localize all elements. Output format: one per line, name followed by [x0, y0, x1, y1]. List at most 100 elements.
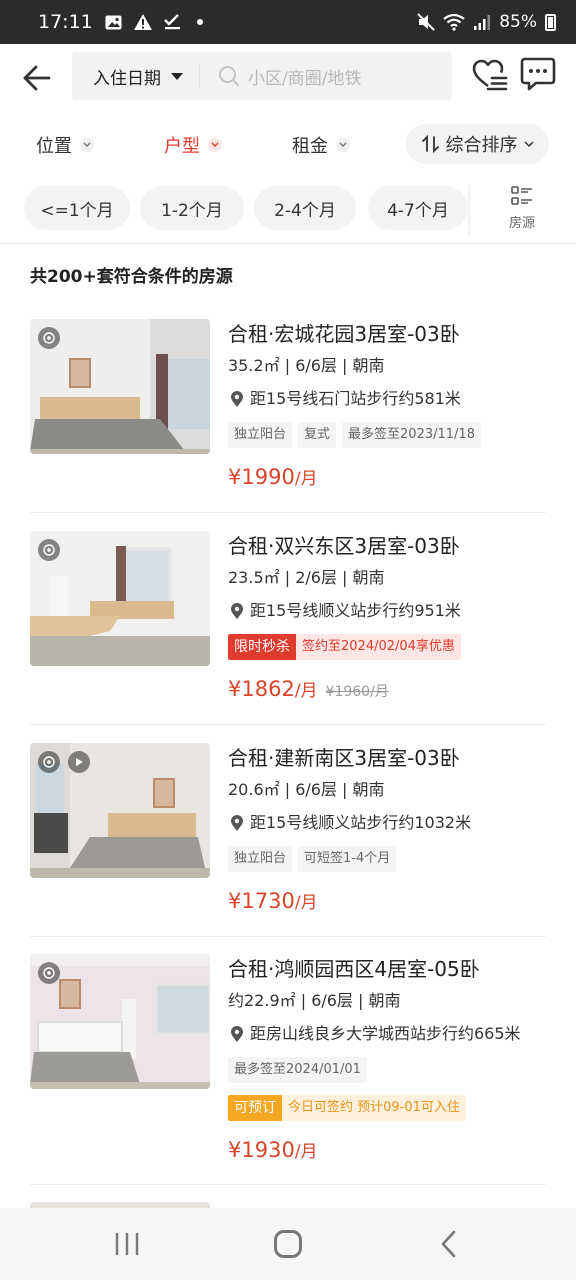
list-icon — [511, 186, 532, 205]
chevron-down-icon — [523, 140, 534, 147]
location-pin-icon — [231, 1025, 243, 1042]
listing-card[interactable]: 合租·建新南区3居室-03卧 20.6㎡ | 6/6层 | 朝南 距15号线顺义… — [30, 743, 546, 923]
filter-room-type-label: 户型 — [164, 136, 200, 157]
status-time: 17:11 — [38, 11, 93, 33]
filter-rent-label: 租金 — [292, 136, 328, 157]
listing-price: ¥1930/月 — [228, 1135, 548, 1167]
chevron-down-icon — [336, 138, 350, 152]
source-label: 房源 — [508, 216, 535, 231]
listing-photo — [30, 954, 210, 1089]
listing-tag: 复式 — [298, 422, 337, 448]
listing-photo — [30, 531, 210, 666]
home-icon[interactable] — [274, 1230, 302, 1258]
back-arrow-icon[interactable] — [18, 59, 56, 97]
chip-duration-4[interactable]: 4-7个月 — [368, 186, 468, 230]
caret-down-icon — [171, 72, 183, 80]
listing-location-text: 距15号线石门站步行约581米 — [250, 389, 461, 408]
message-icon[interactable] — [520, 56, 556, 94]
listing-price: ¥1990/月 — [228, 462, 548, 494]
listing-meta: 35.2㎡ | 6/6层 | 朝南 — [228, 356, 385, 375]
listing-tags: 最多签至2024/01/01 — [228, 1057, 548, 1083]
promo-banner: 限时秒杀 签约至2024/02/04享优惠 — [228, 634, 548, 660]
filter-rent[interactable]: 租金 — [292, 122, 350, 168]
search-icon — [219, 66, 239, 86]
listing-title: 合租·鸿顺园西区4居室-05卧 — [228, 957, 480, 981]
promo-banner: 可预订 今日可签约 预计09-01可入住 — [228, 1095, 548, 1121]
price-unit: /月 — [294, 469, 318, 489]
listing-tag: 独立阳台 — [228, 846, 293, 872]
filter-location-label: 位置 — [36, 136, 72, 157]
original-price: ¥1960/月 — [325, 684, 389, 700]
divider — [30, 936, 546, 937]
listing-tag: 可短签1-4个月 — [298, 846, 397, 872]
listing-title: 合租·双兴东区3居室-03卧 — [228, 534, 460, 558]
listing-meta: 约22.9㎡ | 6/6层 | 朝南 — [228, 991, 401, 1010]
filter-room-type[interactable]: 户型 — [164, 122, 222, 168]
recent-apps-icon[interactable] — [114, 1231, 140, 1257]
price-value: ¥1930 — [228, 1138, 295, 1162]
listing-photo — [30, 743, 210, 878]
search-bar: 入住日期 小区/商圈/地铁 — [72, 52, 452, 100]
favorites-list-icon[interactable] — [470, 56, 510, 96]
listing-location-text: 距15号线顺义站步行约1032米 — [250, 813, 472, 832]
battery-icon — [545, 13, 556, 31]
listing-card[interactable]: 合租·鸿顺园西区4居室-05卧 约22.9㎡ | 6/6层 | 朝南 距房山线良… — [30, 954, 546, 1174]
battery-level: 85% — [499, 12, 537, 32]
listing-tag: 独立阳台 — [228, 422, 293, 448]
listing-meta: 23.5㎡ | 2/6层 | 朝南 — [228, 568, 385, 587]
price-unit: /月 — [294, 1142, 318, 1162]
listing-card[interactable]: 合租·宏城花园3居室-03卧 35.2㎡ | 6/6层 | 朝南 距15号线石门… — [30, 319, 546, 499]
chip-duration-3[interactable]: 2-4个月 — [254, 186, 356, 230]
listing-tag: 最多签至2023/11/18 — [342, 422, 481, 448]
price-value: ¥1990 — [228, 465, 295, 489]
listing-title: 合租·宏城花园3居室-03卧 — [228, 322, 460, 346]
location-pin-icon — [231, 814, 243, 831]
listing-card[interactable]: 合租·双兴东区3居室-03卧 23.5㎡ | 2/6层 | 朝南 距15号线顺义… — [30, 531, 546, 711]
chips-fade-divider — [468, 184, 472, 236]
listing-photo — [30, 319, 210, 454]
listing-location: 距15号线石门站步行约581米 — [228, 388, 548, 410]
search-input[interactable]: 小区/商圈/地铁 — [248, 64, 361, 89]
sort-icon — [421, 135, 439, 153]
listing-location: 距房山线良乡大学城西站步行约665米 — [228, 1023, 548, 1045]
divider — [30, 512, 546, 513]
listing-location: 距15号线顺义站步行约951米 — [228, 600, 548, 622]
check-icon — [163, 14, 180, 30]
checkin-date-dropdown[interactable]: 入住日期 — [72, 63, 200, 89]
vr-icon — [38, 327, 60, 349]
signal-icon — [474, 15, 491, 30]
price-unit: /月 — [294, 681, 318, 701]
warning-icon — [133, 14, 152, 30]
status-bar: 17:11 85% — [0, 0, 576, 44]
top-bar: 入住日期 小区/商圈/地铁 — [0, 44, 576, 112]
chip-duration-2[interactable]: 1-2个月 — [140, 186, 244, 230]
chevron-down-icon — [208, 138, 222, 152]
sort-dropdown[interactable]: 综合排序 — [406, 124, 549, 164]
vr-icon — [38, 751, 60, 773]
source-button[interactable]: 房源 — [494, 186, 550, 236]
divider — [30, 724, 546, 725]
listing-price: ¥1730/月 — [228, 886, 548, 918]
video-play-icon — [68, 751, 90, 773]
filter-location[interactable]: 位置 — [36, 122, 94, 168]
price-value: ¥1862 — [228, 677, 295, 701]
wifi-icon — [443, 13, 465, 31]
location-pin-icon — [231, 390, 243, 407]
divider — [0, 243, 576, 244]
listing-meta: 20.6㎡ | 6/6层 | 朝南 — [228, 780, 385, 799]
chevron-down-icon — [80, 138, 94, 152]
promo-text: 今日可签约 预计09-01可入住 — [282, 1095, 466, 1121]
filter-bar: 位置 户型 租金 综合排序 — [0, 122, 576, 168]
listing-location-text: 距房山线良乡大学城西站步行约665米 — [250, 1024, 521, 1043]
result-count: 共200+套符合条件的房源 — [30, 267, 233, 287]
mute-icon — [417, 13, 435, 31]
promo-text: 签约至2024/02/04享优惠 — [296, 634, 461, 660]
image-icon — [105, 15, 122, 29]
chip-duration-1[interactable]: <=1个月 — [24, 186, 130, 230]
checkin-date-label: 入住日期 — [93, 68, 161, 89]
nav-back-icon[interactable] — [438, 1230, 462, 1258]
price-unit: /月 — [294, 893, 318, 913]
location-pin-icon — [231, 602, 243, 619]
vr-icon — [38, 962, 60, 984]
sort-label: 综合排序 — [445, 135, 518, 156]
